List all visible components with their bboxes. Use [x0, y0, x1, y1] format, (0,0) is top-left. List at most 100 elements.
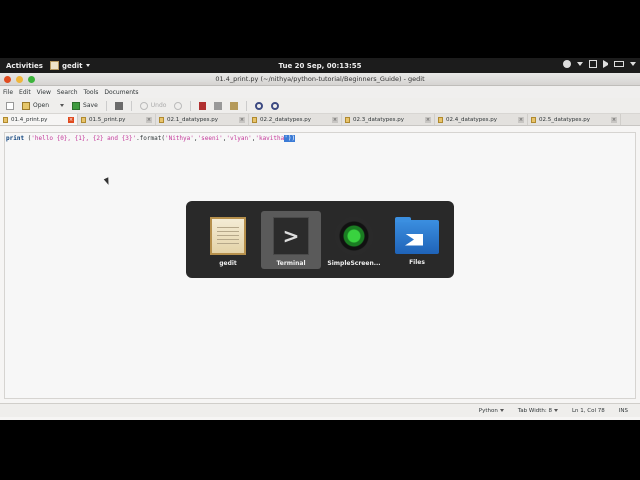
code-string: 'Nithya' — [164, 135, 194, 142]
switcher-item-simplescreenrecorder[interactable]: SimpleScreen... — [324, 211, 384, 269]
menu-search[interactable]: Search — [57, 89, 78, 96]
copy-button[interactable] — [212, 100, 224, 112]
terminal-icon: > — [273, 216, 309, 255]
document-icon — [345, 116, 350, 123]
close-tab-icon[interactable]: × — [518, 116, 524, 123]
menu-tools[interactable]: Tools — [84, 89, 99, 96]
activities-button[interactable]: Activities — [0, 62, 50, 70]
letterbox-top — [0, 0, 640, 58]
app-switcher: gedit > Terminal SimpleScreen... Files — [186, 201, 454, 278]
code-keyword: print — [6, 135, 25, 142]
chevron-down-icon — [85, 64, 90, 67]
accessibility-icon[interactable] — [563, 60, 571, 68]
save-button[interactable]: Save — [70, 100, 100, 112]
print-button[interactable] — [113, 100, 125, 112]
menu-view[interactable]: View — [37, 89, 51, 96]
tab-label: 02.3_datatypes.py — [353, 116, 405, 123]
tab-label: 01.4_print.py — [11, 116, 48, 123]
clock[interactable]: Tue 20 Sep, 00:13:55 — [0, 62, 640, 70]
open-label: Open — [33, 102, 50, 109]
menu-bar: File Edit View Search Tools Documents — [0, 86, 640, 98]
chevron-down-icon[interactable] — [60, 104, 65, 107]
switcher-label: Terminal — [276, 259, 306, 267]
search-icon — [255, 101, 264, 110]
menu-documents[interactable]: Documents — [104, 89, 138, 96]
title-bar[interactable]: 01.4_print.py (~/nithya/python-tutorial/… — [0, 73, 640, 86]
tab-02-3-datatypes[interactable]: 02.3_datatypes.py × — [342, 114, 435, 125]
code-punct: .format( — [136, 135, 165, 142]
close-tab-icon[interactable]: × — [332, 116, 338, 123]
language-selector[interactable]: Python — [479, 408, 504, 414]
document-icon — [3, 116, 8, 123]
cut-button[interactable] — [197, 100, 208, 112]
top-bar: Activities gedit Tue 20 Sep, 00:13:55 — [0, 58, 640, 73]
switcher-label: Files — [409, 258, 425, 266]
switcher-label: SimpleScreen... — [327, 259, 381, 267]
tab-02-4-datatypes[interactable]: 02.4_datatypes.py × — [435, 114, 528, 125]
copy-icon — [214, 101, 223, 110]
close-tab-icon[interactable]: × — [611, 116, 617, 123]
simplescreenrecorder-icon — [335, 216, 373, 255]
tab-01-5-print[interactable]: 01.5_print.py × — [78, 114, 156, 125]
app-menu-label: gedit — [62, 61, 83, 70]
save-label: Save — [83, 102, 98, 109]
find-button[interactable] — [253, 100, 265, 112]
close-tab-icon[interactable]: × — [68, 116, 74, 123]
print-icon — [114, 101, 123, 110]
document-tabs: 01.4_print.py × 01.5_print.py × 02.1_dat… — [0, 114, 640, 126]
menu-edit[interactable]: Edit — [19, 89, 31, 96]
paste-icon — [230, 101, 239, 110]
close-tab-icon[interactable]: × — [239, 116, 245, 123]
chevron-down-icon — [577, 62, 583, 66]
code-string: 'seeni' — [197, 135, 223, 142]
language-label: Python — [478, 407, 498, 414]
tab-02-5-datatypes[interactable]: 02.5_datatypes.py × — [528, 114, 621, 125]
toolbar: Open Save Undo — [0, 98, 640, 114]
open-button[interactable]: Open — [20, 100, 66, 112]
tab-01-4-print[interactable]: 01.4_print.py × — [0, 114, 78, 125]
tab-label: 02.4_datatypes.py — [446, 116, 498, 123]
code-string: 'kavitha — [255, 135, 285, 142]
gedit-icon — [210, 216, 246, 255]
tab-label: 01.5_print.py — [89, 116, 126, 123]
save-icon — [72, 101, 81, 110]
gedit-small-icon — [50, 61, 59, 70]
close-tab-icon[interactable]: × — [425, 116, 431, 123]
document-icon — [438, 116, 443, 123]
code-string: 'hello {0}, {1}, {2} and {3}' — [31, 135, 137, 142]
paste-button[interactable] — [228, 100, 240, 112]
new-button[interactable] — [4, 100, 16, 112]
network-icon — [589, 60, 597, 68]
text-selection: ')) — [284, 135, 296, 142]
volume-icon — [603, 60, 608, 68]
toolbar-separator — [130, 100, 132, 111]
app-menu[interactable]: gedit — [50, 61, 90, 70]
redo-icon — [174, 101, 183, 110]
tab-label: 02.1_datatypes.py — [167, 116, 219, 123]
undo-icon — [139, 101, 148, 110]
code-string: 'vlyan' — [226, 135, 252, 142]
tab-02-2-datatypes[interactable]: 02.2_datatypes.py × — [249, 114, 342, 125]
folder-open-icon — [22, 101, 30, 110]
system-tray[interactable] — [563, 60, 636, 68]
close-tab-icon[interactable]: × — [146, 116, 152, 123]
window-title: 01.4_print.py (~/nithya/python-tutorial/… — [215, 75, 425, 83]
switcher-label: gedit — [219, 259, 237, 267]
document-icon — [81, 116, 86, 123]
tab-02-1-datatypes[interactable]: 02.1_datatypes.py × — [156, 114, 249, 125]
code-line: print ('hello {0}, {1}, {2} and {3}'.for… — [6, 135, 634, 142]
redo-button[interactable] — [172, 100, 184, 112]
switcher-item-gedit[interactable]: gedit — [198, 211, 258, 269]
toolbar-separator — [246, 100, 248, 111]
menu-file[interactable]: File — [3, 89, 13, 96]
switcher-item-files[interactable]: Files — [387, 211, 447, 269]
tab-width-selector[interactable]: Tab Width: 8 — [518, 408, 558, 414]
undo-button[interactable]: Undo — [138, 100, 169, 112]
battery-icon — [614, 61, 624, 67]
tab-label: 02.5_datatypes.py — [539, 116, 591, 123]
undo-label: Undo — [150, 102, 167, 109]
switcher-item-terminal[interactable]: > Terminal — [261, 210, 321, 269]
replace-button[interactable] — [269, 100, 281, 112]
insert-mode: INS — [618, 407, 628, 414]
chevron-down-icon — [553, 409, 558, 412]
